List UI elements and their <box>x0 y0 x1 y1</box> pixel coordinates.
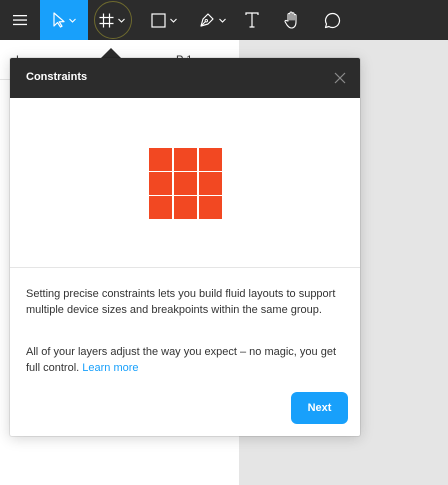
toolbar <box>0 0 448 40</box>
next-button[interactable]: Next <box>291 392 348 424</box>
frame-tool-button[interactable] <box>88 0 136 40</box>
popover-title: Constraints <box>26 71 88 83</box>
text-icon <box>245 12 259 28</box>
grid-cell <box>174 148 197 171</box>
hand-tool-button[interactable] <box>276 0 308 40</box>
description-text: All of your layers adjust the way you ex… <box>26 346 336 374</box>
comment-tool-button[interactable] <box>316 0 348 40</box>
pen-icon <box>199 13 214 27</box>
hamburger-menu-icon <box>13 15 27 26</box>
chevron-down-icon <box>118 18 125 23</box>
grid-cell <box>199 196 222 219</box>
grid-cell <box>199 148 222 171</box>
rectangle-icon <box>151 12 166 28</box>
comment-icon <box>324 12 340 28</box>
pen-tool-button[interactable] <box>190 0 234 40</box>
move-tool-button[interactable] <box>40 0 88 40</box>
shape-tool-button[interactable] <box>142 0 186 40</box>
description-paragraph-2: All of your layers adjust the way you ex… <box>26 344 344 376</box>
chevron-down-icon <box>218 18 226 23</box>
learn-more-link[interactable]: Learn more <box>82 362 138 374</box>
main-menu-button[interactable] <box>0 0 40 40</box>
grid-cell <box>149 172 172 195</box>
grid-cell <box>149 196 172 219</box>
chevron-down-icon <box>170 18 177 23</box>
frame-hash-icon <box>99 13 114 27</box>
hand-icon <box>284 11 297 29</box>
constraints-onboarding-popover: Constraints Setting precise constraints … <box>10 58 360 436</box>
description-paragraph: Setting precise constraints lets you bui… <box>26 288 336 316</box>
popover-header: Constraints <box>10 58 360 98</box>
text-tool-button[interactable] <box>236 0 268 40</box>
grid-cell <box>174 196 197 219</box>
close-icon[interactable] <box>332 70 348 86</box>
constraints-grid-illustration <box>149 148 222 220</box>
grid-cell <box>199 172 222 195</box>
popover-caret <box>101 48 121 58</box>
move-cursor-icon <box>52 12 65 28</box>
constraints-illustration <box>10 98 360 268</box>
chevron-down-icon <box>68 18 76 23</box>
grid-cell <box>174 172 197 195</box>
grid-cell <box>149 148 172 171</box>
